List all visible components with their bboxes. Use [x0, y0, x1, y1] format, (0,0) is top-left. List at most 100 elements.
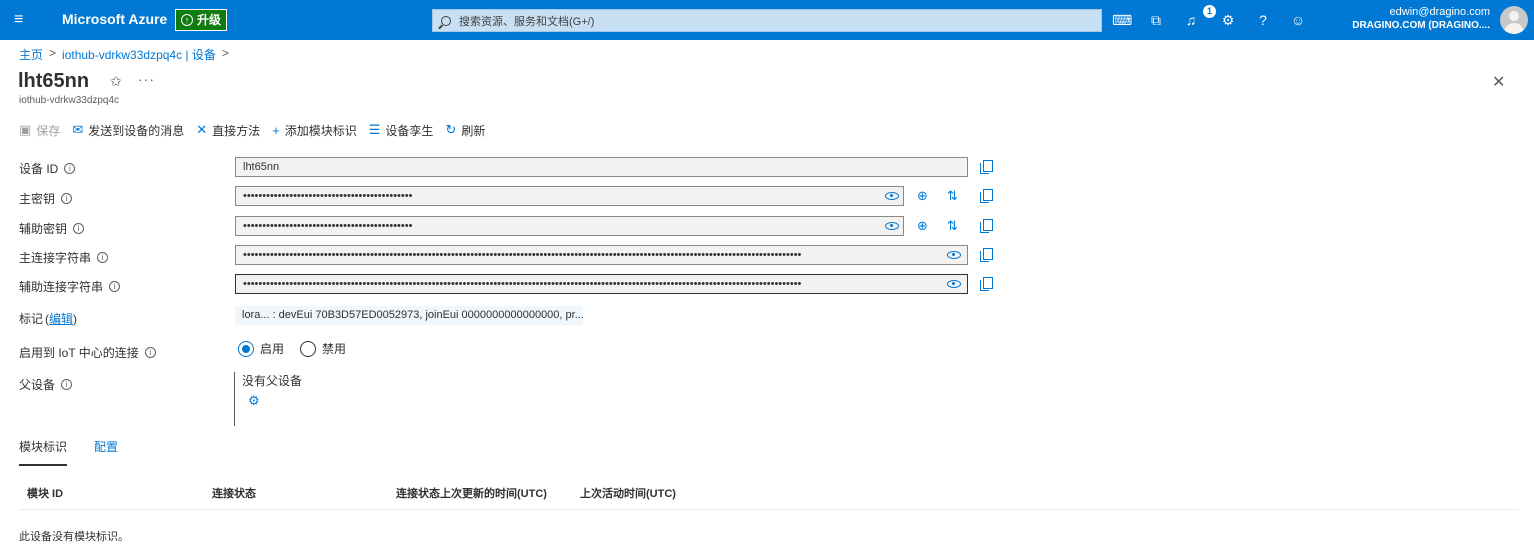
- breadcrumb-separator: >: [221, 46, 229, 60]
- search-placeholder: 搜索资源、服务和文档(G+/): [459, 15, 595, 28]
- breadcrumb: 主页 > iothub-vdrkw33dzpq4c | 设备 >: [19, 46, 229, 63]
- mail-icon: ✉: [72, 122, 84, 137]
- show-password-icon[interactable]: [885, 222, 899, 230]
- regenerate-key-icon[interactable]: ⊕: [917, 189, 928, 203]
- pin-icon[interactable]: ✩: [110, 73, 122, 90]
- close-icon[interactable]: ✕: [1492, 72, 1505, 92]
- tab-configuration[interactable]: 配置: [94, 438, 118, 455]
- notification-badge: 1: [1203, 5, 1216, 18]
- show-password-icon[interactable]: [947, 280, 961, 288]
- add-module-button[interactable]: + 添加模块标识: [272, 122, 357, 139]
- divider: [19, 509, 1519, 510]
- page-subtitle: iothub-vdrkw33dzpq4c: [19, 95, 120, 106]
- regenerate-key-icon[interactable]: ⊕: [917, 219, 928, 233]
- enable-radio[interactable]: [238, 340, 254, 357]
- primary-key-field[interactable]: ••••••••••••••••••••••••••••••••••••••••…: [235, 186, 904, 206]
- refresh-button[interactable]: ↻ 刷新: [445, 122, 485, 139]
- save-button[interactable]: ▣ 保存: [19, 122, 60, 139]
- info-icon[interactable]: i: [109, 281, 121, 292]
- secondary-key-label-text: 辅助密钥: [19, 222, 68, 236]
- feedback-icon[interactable]: ☺: [1289, 11, 1307, 29]
- secondary-key-field[interactable]: ••••••••••••••••••••••••••••••••••••••••…: [235, 216, 904, 236]
- primary-conn-label: 主连接字符串 i: [19, 249, 109, 266]
- search-input[interactable]: 搜索资源、服务和文档(G+/): [432, 9, 1102, 32]
- show-password-icon[interactable]: [885, 192, 899, 200]
- save-icon: ▣: [19, 122, 32, 137]
- direct-method-icon: ✕: [196, 122, 208, 137]
- copy-icon[interactable]: [980, 160, 993, 174]
- command-bar: ▣ 保存 ✉ 发送到设备的消息 ✕ 直接方法 + 添加模块标识 ☰ 设备孪生 ↻…: [19, 121, 497, 139]
- list-icon: ☰: [368, 122, 381, 137]
- info-icon[interactable]: i: [144, 347, 156, 358]
- connection-label: 启用到 IoT 中心的连接 i: [19, 344, 156, 361]
- breadcrumb-hub[interactable]: iothub-vdrkw33dzpq4c | 设备: [62, 46, 216, 63]
- add-module-label: 添加模块标识: [284, 123, 357, 138]
- secondary-connection-string-field[interactable]: ••••••••••••••••••••••••••••••••••••••••…: [235, 274, 968, 294]
- save-label: 保存: [36, 123, 61, 138]
- secondary-key-label: 辅助密钥 i: [19, 220, 85, 237]
- copy-icon[interactable]: [980, 248, 993, 262]
- device-twin-label: 设备孪生: [385, 123, 434, 138]
- copy-icon[interactable]: [980, 219, 993, 233]
- direct-method-button[interactable]: ✕ 直接方法: [196, 122, 260, 139]
- primary-key-label: 主密钥 i: [19, 190, 73, 207]
- account-info[interactable]: edwin@dragino.com DRAGINO.COM (DRAGINO..…: [1352, 5, 1490, 33]
- account-email: edwin@dragino.com: [1389, 6, 1490, 18]
- upgrade-button[interactable]: ↑ 升级: [175, 9, 228, 31]
- swap-keys-icon[interactable]: ⇅: [947, 219, 958, 233]
- column-header-connection-state[interactable]: 连接状态: [212, 485, 256, 501]
- info-icon[interactable]: i: [61, 193, 73, 204]
- breadcrumb-home[interactable]: 主页: [19, 46, 43, 63]
- page-title: lht65nn: [18, 70, 90, 92]
- cloud-shell-icon[interactable]: ⌨: [1112, 11, 1132, 29]
- device-id-label: 设备 ID i: [19, 160, 76, 177]
- direct-method-label: 直接方法: [212, 123, 261, 138]
- device-twin-button[interactable]: ☰ 设备孪生: [369, 122, 434, 139]
- tags-label-text: 标记: [19, 312, 44, 326]
- info-icon[interactable]: i: [61, 379, 73, 390]
- brand-title[interactable]: Microsoft Azure: [62, 11, 167, 27]
- directory-filter-icon[interactable]: ⧉: [1147, 11, 1165, 29]
- column-header-connection-updated[interactable]: 连接状态上次更新的时间(UTC): [396, 485, 547, 501]
- tags-paren-close: ): [73, 311, 78, 326]
- notifications-icon[interactable]: ♫: [1182, 11, 1200, 29]
- search-icon: [441, 15, 451, 26]
- menu-icon[interactable]: ≡: [14, 11, 30, 29]
- avatar[interactable]: [1500, 6, 1528, 34]
- tags-edit-link[interactable]: 编辑: [49, 310, 73, 327]
- swap-keys-icon[interactable]: ⇅: [947, 189, 958, 203]
- more-options-icon[interactable]: ···: [138, 71, 155, 87]
- info-icon[interactable]: i: [73, 223, 85, 234]
- device-id-label-text: 设备 ID: [19, 162, 59, 176]
- send-message-button[interactable]: ✉ 发送到设备的消息: [72, 122, 184, 139]
- primary-connection-string-field[interactable]: ••••••••••••••••••••••••••••••••••••••••…: [235, 245, 968, 265]
- tags-value[interactable]: lora... : devEui 70B3D57ED0052973, joinE…: [235, 306, 583, 325]
- connection-label-text: 启用到 IoT 中心的连接: [19, 346, 139, 360]
- empty-table-message: 此设备没有模块标识。: [19, 531, 129, 543]
- disable-radio[interactable]: [300, 340, 317, 357]
- parent-device-label: 父设备 i: [19, 376, 73, 393]
- info-icon[interactable]: i: [64, 163, 76, 174]
- help-icon[interactable]: ?: [1254, 11, 1272, 29]
- disable-label: 禁用: [322, 342, 347, 356]
- gear-icon[interactable]: ⚙: [248, 393, 260, 409]
- refresh-icon: ↻: [445, 122, 457, 137]
- show-password-icon[interactable]: [947, 251, 961, 259]
- device-id-field[interactable]: lht65nn: [235, 157, 968, 177]
- copy-icon[interactable]: [980, 189, 993, 203]
- refresh-label: 刷新: [461, 123, 486, 138]
- primary-conn-label-text: 主连接字符串: [19, 251, 92, 265]
- connection-radio-group: 启用 禁用: [238, 340, 346, 357]
- parent-device-box: 没有父设备: [234, 372, 302, 426]
- copy-icon[interactable]: [980, 277, 993, 291]
- settings-icon[interactable]: ⚙: [1219, 11, 1237, 29]
- tags-label: 标记 (编辑): [19, 310, 77, 327]
- top-bar: ≡ Microsoft Azure ↑ 升级 搜索资源、服务和文档(G+/) ⌨…: [0, 0, 1534, 40]
- column-header-module-id[interactable]: 模块 ID: [27, 485, 63, 501]
- parent-device-value: 没有父设备: [242, 374, 303, 388]
- parent-device-label-text: 父设备: [19, 378, 56, 392]
- info-icon[interactable]: i: [97, 252, 109, 263]
- column-header-last-activity[interactable]: 上次活动时间(UTC): [580, 485, 676, 501]
- tab-module-identities[interactable]: 模块标识: [19, 438, 68, 466]
- secondary-conn-label-text: 辅助连接字符串: [19, 280, 104, 294]
